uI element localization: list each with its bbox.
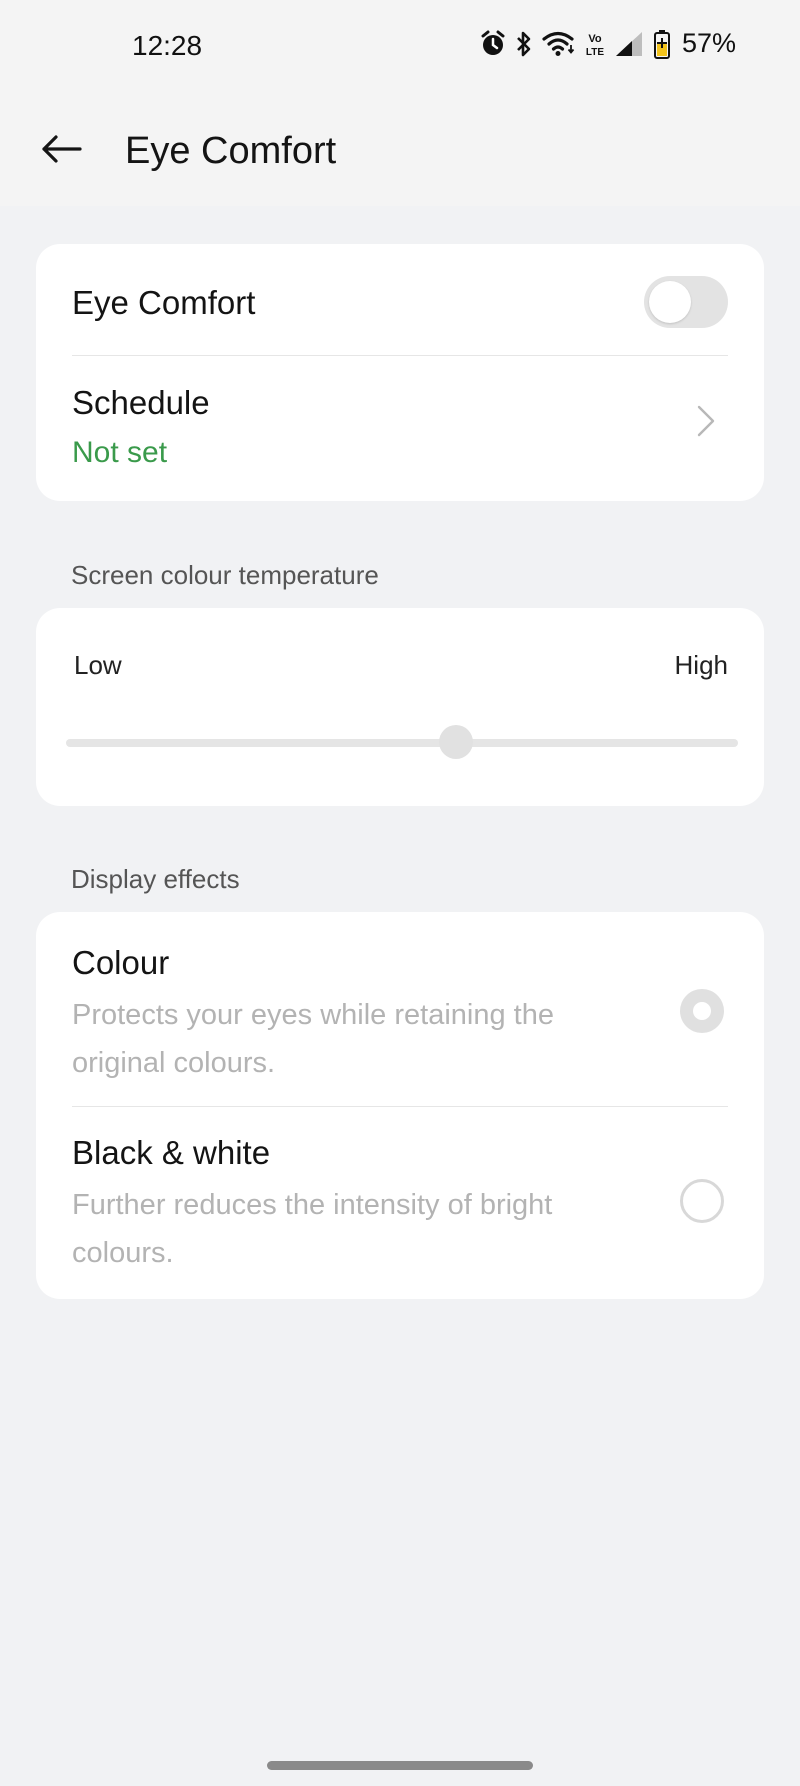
svg-text:Vo: Vo — [588, 33, 602, 45]
alarm-icon — [480, 30, 506, 58]
status-time: 12:28 — [132, 30, 203, 61]
chevron-right-icon — [696, 404, 716, 443]
divider — [72, 1106, 728, 1107]
section-label-display-effects: Display effects — [71, 864, 240, 894]
effect-radio-black-white[interactable] — [680, 1179, 724, 1223]
home-indicator[interactable] — [267, 1761, 533, 1770]
effect-title: Colour — [72, 944, 170, 981]
slider-low-label: Low — [74, 650, 122, 680]
app-bar: Eye Comfort — [0, 92, 800, 206]
svg-text:LTE: LTE — [586, 47, 604, 58]
section-label-temperature: Screen colour temperature — [71, 560, 379, 590]
slider-thumb[interactable] — [438, 725, 473, 759]
divider — [72, 355, 728, 356]
schedule-value: Not set — [72, 436, 168, 469]
battery-percentage: 57% — [681, 28, 736, 58]
slider-high-label: High — [674, 650, 728, 680]
status-icons: Vo LTE 57% — [480, 28, 736, 59]
wifi-icon — [542, 31, 576, 57]
temperature-card: Low High — [36, 608, 764, 806]
eye-comfort-card: Eye Comfort Schedule Not set — [36, 244, 764, 501]
signal-icon — [614, 30, 644, 58]
status-bar: 12:28 Vo LTE 57% — [0, 0, 800, 92]
display-effects-card: Colour Protects your eyes while retainin… — [36, 912, 764, 1299]
temperature-slider[interactable] — [66, 725, 738, 759]
eye-comfort-label: Eye Comfort — [72, 284, 256, 321]
volte-icon: Vo LTE — [585, 30, 605, 58]
schedule-label: Schedule — [72, 384, 210, 421]
effect-description: Further reduces the intensity of bright … — [72, 1189, 553, 1269]
battery-icon — [653, 29, 671, 59]
page-title: Eye Comfort — [125, 130, 337, 172]
eye-comfort-toggle[interactable] — [644, 276, 728, 328]
arrow-left-icon — [42, 135, 82, 163]
bluetooth-icon — [515, 30, 533, 58]
effect-description: Protects your eyes while retaining the o… — [72, 999, 554, 1079]
toggle-knob — [649, 281, 691, 323]
effect-title: Black & white — [72, 1134, 271, 1171]
effect-radio-colour[interactable] — [680, 989, 724, 1033]
back-button[interactable] — [38, 132, 84, 166]
